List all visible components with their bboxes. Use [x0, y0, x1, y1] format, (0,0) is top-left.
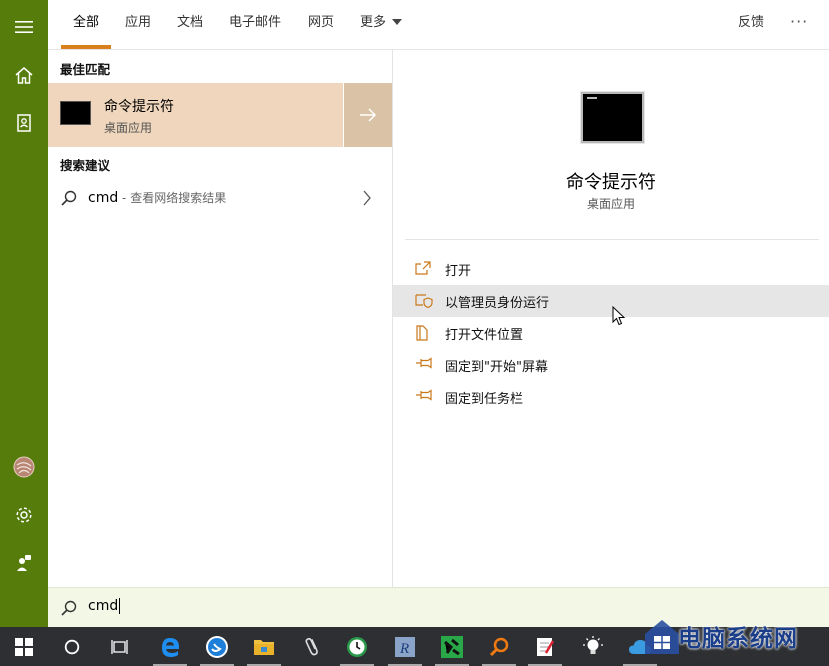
open-icon: [415, 261, 431, 275]
detail-app-name: 命令提示符: [566, 172, 656, 193]
detail-pane: 命令提示符 桌面应用 打开 以管理员身份运行 打开文件位置 固定到"开始"屏幕 …: [393, 50, 829, 587]
settings-icon[interactable]: [0, 491, 48, 539]
notebook-icon[interactable]: [0, 99, 48, 147]
suggestions-heading: 搜索建议: [60, 158, 111, 173]
feedback-person-icon[interactable]: [0, 539, 48, 587]
watermark-url: www.dnxtw.com: [696, 651, 772, 660]
pin-icon: [416, 357, 432, 369]
cortana-icon[interactable]: [48, 627, 96, 666]
file-explorer-icon[interactable]: [240, 627, 288, 666]
action-open[interactable]: 打开: [393, 253, 829, 285]
file-location-icon: [416, 325, 428, 341]
search-icon: [61, 190, 77, 206]
expand-details-button[interactable]: [344, 83, 392, 147]
action-pin-to-start-label: 固定到"开始"屏幕: [445, 360, 548, 375]
action-pin-to-taskbar-label: 固定到任务栏: [445, 392, 524, 407]
action-open-file-location[interactable]: 打开文件位置: [393, 317, 829, 349]
sogou-browser-icon[interactable]: [193, 627, 241, 666]
pin-icon: [416, 389, 432, 401]
more-options-button[interactable]: ···: [790, 0, 808, 48]
action-open-file-location-label: 打开文件位置: [445, 328, 524, 343]
tab-more[interactable]: 更多: [360, 0, 403, 48]
notepad-icon[interactable]: [521, 627, 569, 666]
lightbulb-icon[interactable]: [569, 627, 617, 666]
search-app-icon[interactable]: [475, 627, 523, 666]
filter-tab-bar: 全部 应用 文档 电子邮件 网页 更多 反馈 ···: [48, 0, 829, 50]
paperclip-icon[interactable]: [288, 627, 336, 666]
web-suggestion-row[interactable]: cmd - 查看网络搜索结果: [48, 181, 392, 215]
left-rail: [0, 0, 48, 627]
windows-start-icon[interactable]: [0, 627, 48, 666]
detail-app-type: 桌面应用: [586, 197, 635, 211]
text-caret: [119, 598, 121, 614]
mouse-cursor-icon: [612, 306, 626, 326]
site-watermark: 电脑系统网 www.dnxtw.com: [636, 611, 829, 666]
results-pane: 最佳匹配 命令提示符 桌面应用 搜索建议 cmd - 查看网络搜索结果: [48, 50, 392, 587]
green-app-icon[interactable]: [428, 627, 476, 666]
chevron-right-icon: [363, 190, 371, 206]
suggestion-hint: - 查看网络搜索结果: [118, 191, 227, 205]
best-match-name: 命令提示符: [104, 99, 174, 115]
tab-web[interactable]: 网页: [308, 0, 334, 48]
suggestion-query: cmd: [88, 190, 119, 206]
clock-app-icon[interactable]: [333, 627, 381, 666]
r-app-icon[interactable]: R: [381, 627, 429, 666]
best-match-heading: 最佳匹配: [60, 62, 111, 77]
cmd-icon: [60, 101, 91, 125]
search-input-value: cmd: [88, 598, 119, 614]
tab-all[interactable]: 全部: [73, 0, 99, 48]
svg-text:R: R: [399, 641, 409, 657]
cmd-large-icon: [581, 92, 644, 143]
detail-divider: [405, 239, 819, 240]
task-view-icon[interactable]: [96, 627, 144, 666]
action-run-as-admin-label: 以管理员身份运行: [445, 296, 550, 311]
edge-icon[interactable]: [146, 627, 194, 666]
search-input[interactable]: cmd: [88, 598, 121, 614]
best-match-result[interactable]: 命令提示符 桌面应用: [48, 83, 343, 147]
watermark-logo: [645, 620, 679, 654]
admin-shield-icon: [415, 294, 433, 308]
action-pin-to-taskbar[interactable]: 固定到任务栏: [393, 381, 829, 413]
arrow-right-icon: [360, 108, 377, 122]
tab-email[interactable]: 电子邮件: [229, 0, 281, 48]
search-icon: [61, 600, 77, 616]
tab-documents[interactable]: 文档: [177, 0, 203, 48]
action-open-label: 打开: [445, 264, 472, 279]
menu-icon[interactable]: [0, 3, 48, 51]
suggestion-text: cmd - 查看网络搜索结果: [88, 189, 226, 206]
avatar[interactable]: [0, 443, 48, 491]
action-run-as-admin[interactable]: 以管理员身份运行: [393, 285, 829, 317]
best-match-type: 桌面应用: [104, 121, 153, 135]
chevron-down-icon: [392, 18, 403, 25]
tab-more-label: 更多: [360, 15, 387, 30]
home-icon[interactable]: [0, 51, 48, 99]
tab-apps[interactable]: 应用: [125, 0, 151, 48]
feedback-button[interactable]: 反馈: [738, 0, 764, 48]
action-pin-to-start[interactable]: 固定到"开始"屏幕: [393, 349, 829, 381]
watermark-text: 电脑系统网: [678, 626, 798, 652]
active-tab-indicator: [61, 45, 111, 49]
